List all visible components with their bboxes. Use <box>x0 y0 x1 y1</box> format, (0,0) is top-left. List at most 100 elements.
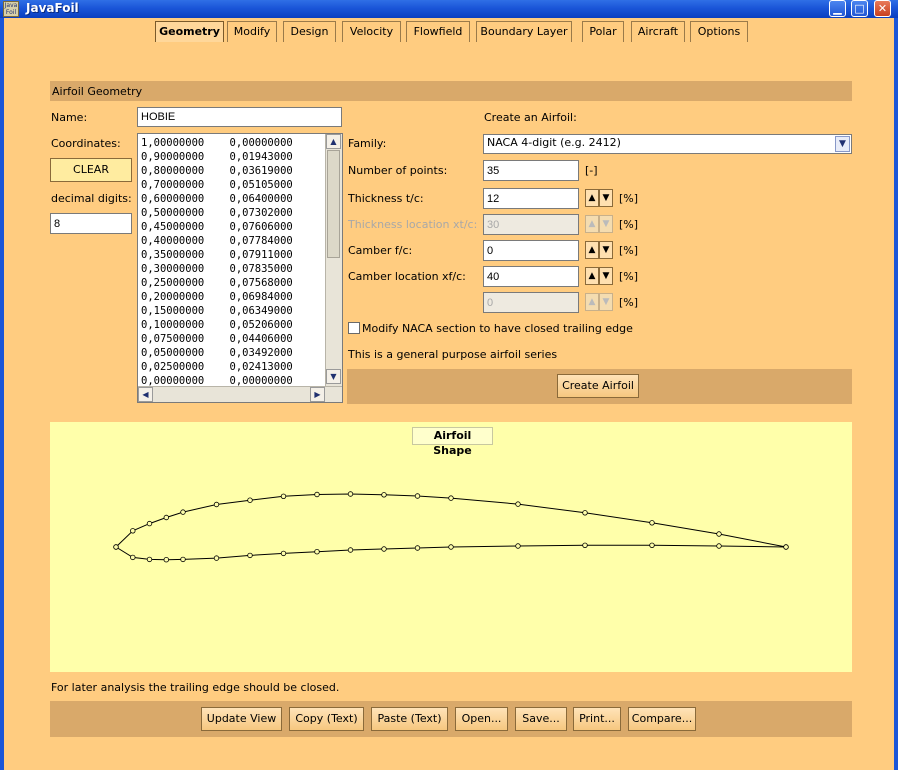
camber-up-button[interactable]: ▲ <box>585 241 599 259</box>
copy-text-button[interactable]: Copy (Text) <box>289 707 364 731</box>
camber-location-input[interactable] <box>483 266 579 287</box>
scroll-up-arrow[interactable]: ▲ <box>326 134 341 149</box>
airfoil-point-marker <box>163 514 169 521</box>
camber-location-up-button[interactable]: ▲ <box>585 267 599 285</box>
airfoil-point-marker <box>716 543 722 549</box>
airfoil-shape-title: Airfoil Shape <box>412 427 493 457</box>
tab-modify[interactable]: Modify <box>227 21 277 42</box>
extra-parameter-up-button: ▲ <box>585 293 599 311</box>
family-description: This is a general purpose airfoil series <box>348 348 558 361</box>
coordinate-row: 0,15000000 0,06349000 <box>141 305 293 317</box>
name-input[interactable] <box>137 107 342 127</box>
close-button[interactable]: ✕ <box>874 0 891 17</box>
airfoil-point-marker <box>448 495 454 501</box>
coordinate-row: 0,02500000 0,02413000 <box>141 361 293 373</box>
family-select-value: NACA 4-digit (e.g. 2412) <box>487 136 621 149</box>
open-button[interactable]: Open... <box>455 707 508 731</box>
airfoil-point-marker <box>146 520 153 527</box>
window-frame-right <box>894 18 898 770</box>
thickness-label: Thickness t/c: <box>348 192 424 205</box>
camber-down-button[interactable]: ▼ <box>599 241 613 259</box>
chevron-down-icon[interactable]: ▼ <box>835 136 850 152</box>
airfoil-point-marker <box>716 531 722 537</box>
tab-design[interactable]: Design <box>283 21 336 42</box>
coordinate-row: 0,30000000 0,07835000 <box>141 263 293 275</box>
camber-location-down-button[interactable]: ▼ <box>599 267 613 285</box>
points-input[interactable] <box>483 160 579 181</box>
tab-options[interactable]: Options <box>690 21 748 42</box>
name-label: Name: <box>51 111 88 124</box>
coordinates-label: Coordinates: <box>51 137 121 150</box>
airfoil-point-marker <box>515 543 521 549</box>
camber-location-unit: [%] <box>619 270 639 283</box>
update-view-button[interactable]: Update View <box>201 707 282 731</box>
decimal-digits-input[interactable] <box>50 213 132 234</box>
coordinates-textarea[interactable]: 1,00000000 0,00000000 0,90000000 0,019430… <box>137 133 343 403</box>
airfoil-point-marker <box>213 555 220 561</box>
scroll-right-arrow[interactable]: ▶ <box>310 387 325 402</box>
window-title: JavaFoil <box>26 1 79 15</box>
closed-trailing-edge-checkbox[interactable] <box>348 322 360 334</box>
coordinate-row: 0,35000000 0,07911000 <box>141 249 293 261</box>
tab-flowfield[interactable]: Flowfield <box>406 21 470 42</box>
save-button[interactable]: Save... <box>515 707 567 731</box>
title-bar <box>0 0 898 18</box>
scroll-left-arrow[interactable]: ◀ <box>138 387 153 402</box>
tab-velocity[interactable]: Velocity <box>342 21 401 42</box>
create-airfoil-button[interactable]: Create Airfoil <box>557 374 639 398</box>
maximize-button[interactable]: □ <box>851 0 868 17</box>
coordinate-row: 0,05000000 0,03492000 <box>141 347 293 359</box>
airfoil-point-marker <box>448 544 454 550</box>
airfoil-point-marker <box>347 491 354 497</box>
coordinates-vertical-scrollbar[interactable]: ▲ ▼ <box>325 134 342 386</box>
thickness-location-up-button: ▲ <box>585 215 599 233</box>
airfoil-point-marker <box>515 501 521 507</box>
section-header: Airfoil Geometry <box>50 81 852 101</box>
closed-trailing-edge-label[interactable]: Modify NACA section to have closed trail… <box>362 322 633 335</box>
airfoil-point-marker <box>247 497 253 503</box>
airfoil-point-marker <box>414 493 421 499</box>
coordinate-row: 0,07500000 0,04406000 <box>141 333 293 345</box>
coordinate-row: 0,90000000 0,01943000 <box>141 151 293 163</box>
points-unit: [-] <box>585 164 598 177</box>
airfoil-point-marker <box>414 545 421 551</box>
scroll-down-arrow[interactable]: ▼ <box>326 369 341 384</box>
airfoil-point-marker <box>649 520 655 526</box>
thickness-up-button[interactable]: ▲ <box>585 189 599 207</box>
section-title: Airfoil Geometry <box>52 85 143 98</box>
compare-button[interactable]: Compare... <box>628 707 696 731</box>
family-select[interactable]: NACA 4-digit (e.g. 2412) ▼ <box>483 134 852 154</box>
scroll-thumb[interactable] <box>327 150 340 258</box>
clear-button[interactable]: CLEAR <box>50 158 132 182</box>
thickness-location-label: Thickness location xt/c: <box>348 218 478 231</box>
tab-polar[interactable]: Polar <box>582 21 624 42</box>
coordinate-row: 0,40000000 0,07784000 <box>141 235 293 247</box>
tab-aircraft[interactable]: Aircraft <box>631 21 685 42</box>
print-button[interactable]: Print... <box>573 707 621 731</box>
thickness-location-input <box>483 214 579 235</box>
minimize-button[interactable]: ▁ <box>829 0 846 17</box>
extra-parameter-unit: [%] <box>619 296 639 309</box>
coordinate-row: 1,00000000 0,00000000 <box>141 137 293 149</box>
airfoil-shape-panel <box>50 422 852 672</box>
coordinate-row: 0,10000000 0,05206000 <box>141 319 293 331</box>
camber-input[interactable] <box>483 240 579 261</box>
airfoil-point-marker <box>280 550 287 557</box>
thickness-down-button[interactable]: ▼ <box>599 189 613 207</box>
family-label: Family: <box>348 137 387 150</box>
airfoil-point-marker <box>247 552 253 559</box>
airfoil-point-marker <box>314 491 320 498</box>
coordinates-horizontal-scrollbar[interactable]: ◀ ▶ <box>138 386 342 402</box>
paste-text-button[interactable]: Paste (Text) <box>371 707 448 731</box>
airfoil-point-marker <box>314 548 320 555</box>
airfoil-point-marker <box>582 542 588 548</box>
airfoil-point-marker <box>213 501 220 508</box>
thickness-unit: [%] <box>619 192 639 205</box>
airfoil-point-marker <box>130 528 136 534</box>
thickness-input[interactable] <box>483 188 579 209</box>
coordinate-row: 0,70000000 0,05105000 <box>141 179 293 191</box>
coordinate-row: 0,60000000 0,06400000 <box>141 193 293 205</box>
airfoil-point-marker <box>280 493 287 499</box>
tab-geometry[interactable]: Geometry <box>155 21 224 42</box>
tab-boundary-layer[interactable]: Boundary Layer <box>476 21 572 42</box>
